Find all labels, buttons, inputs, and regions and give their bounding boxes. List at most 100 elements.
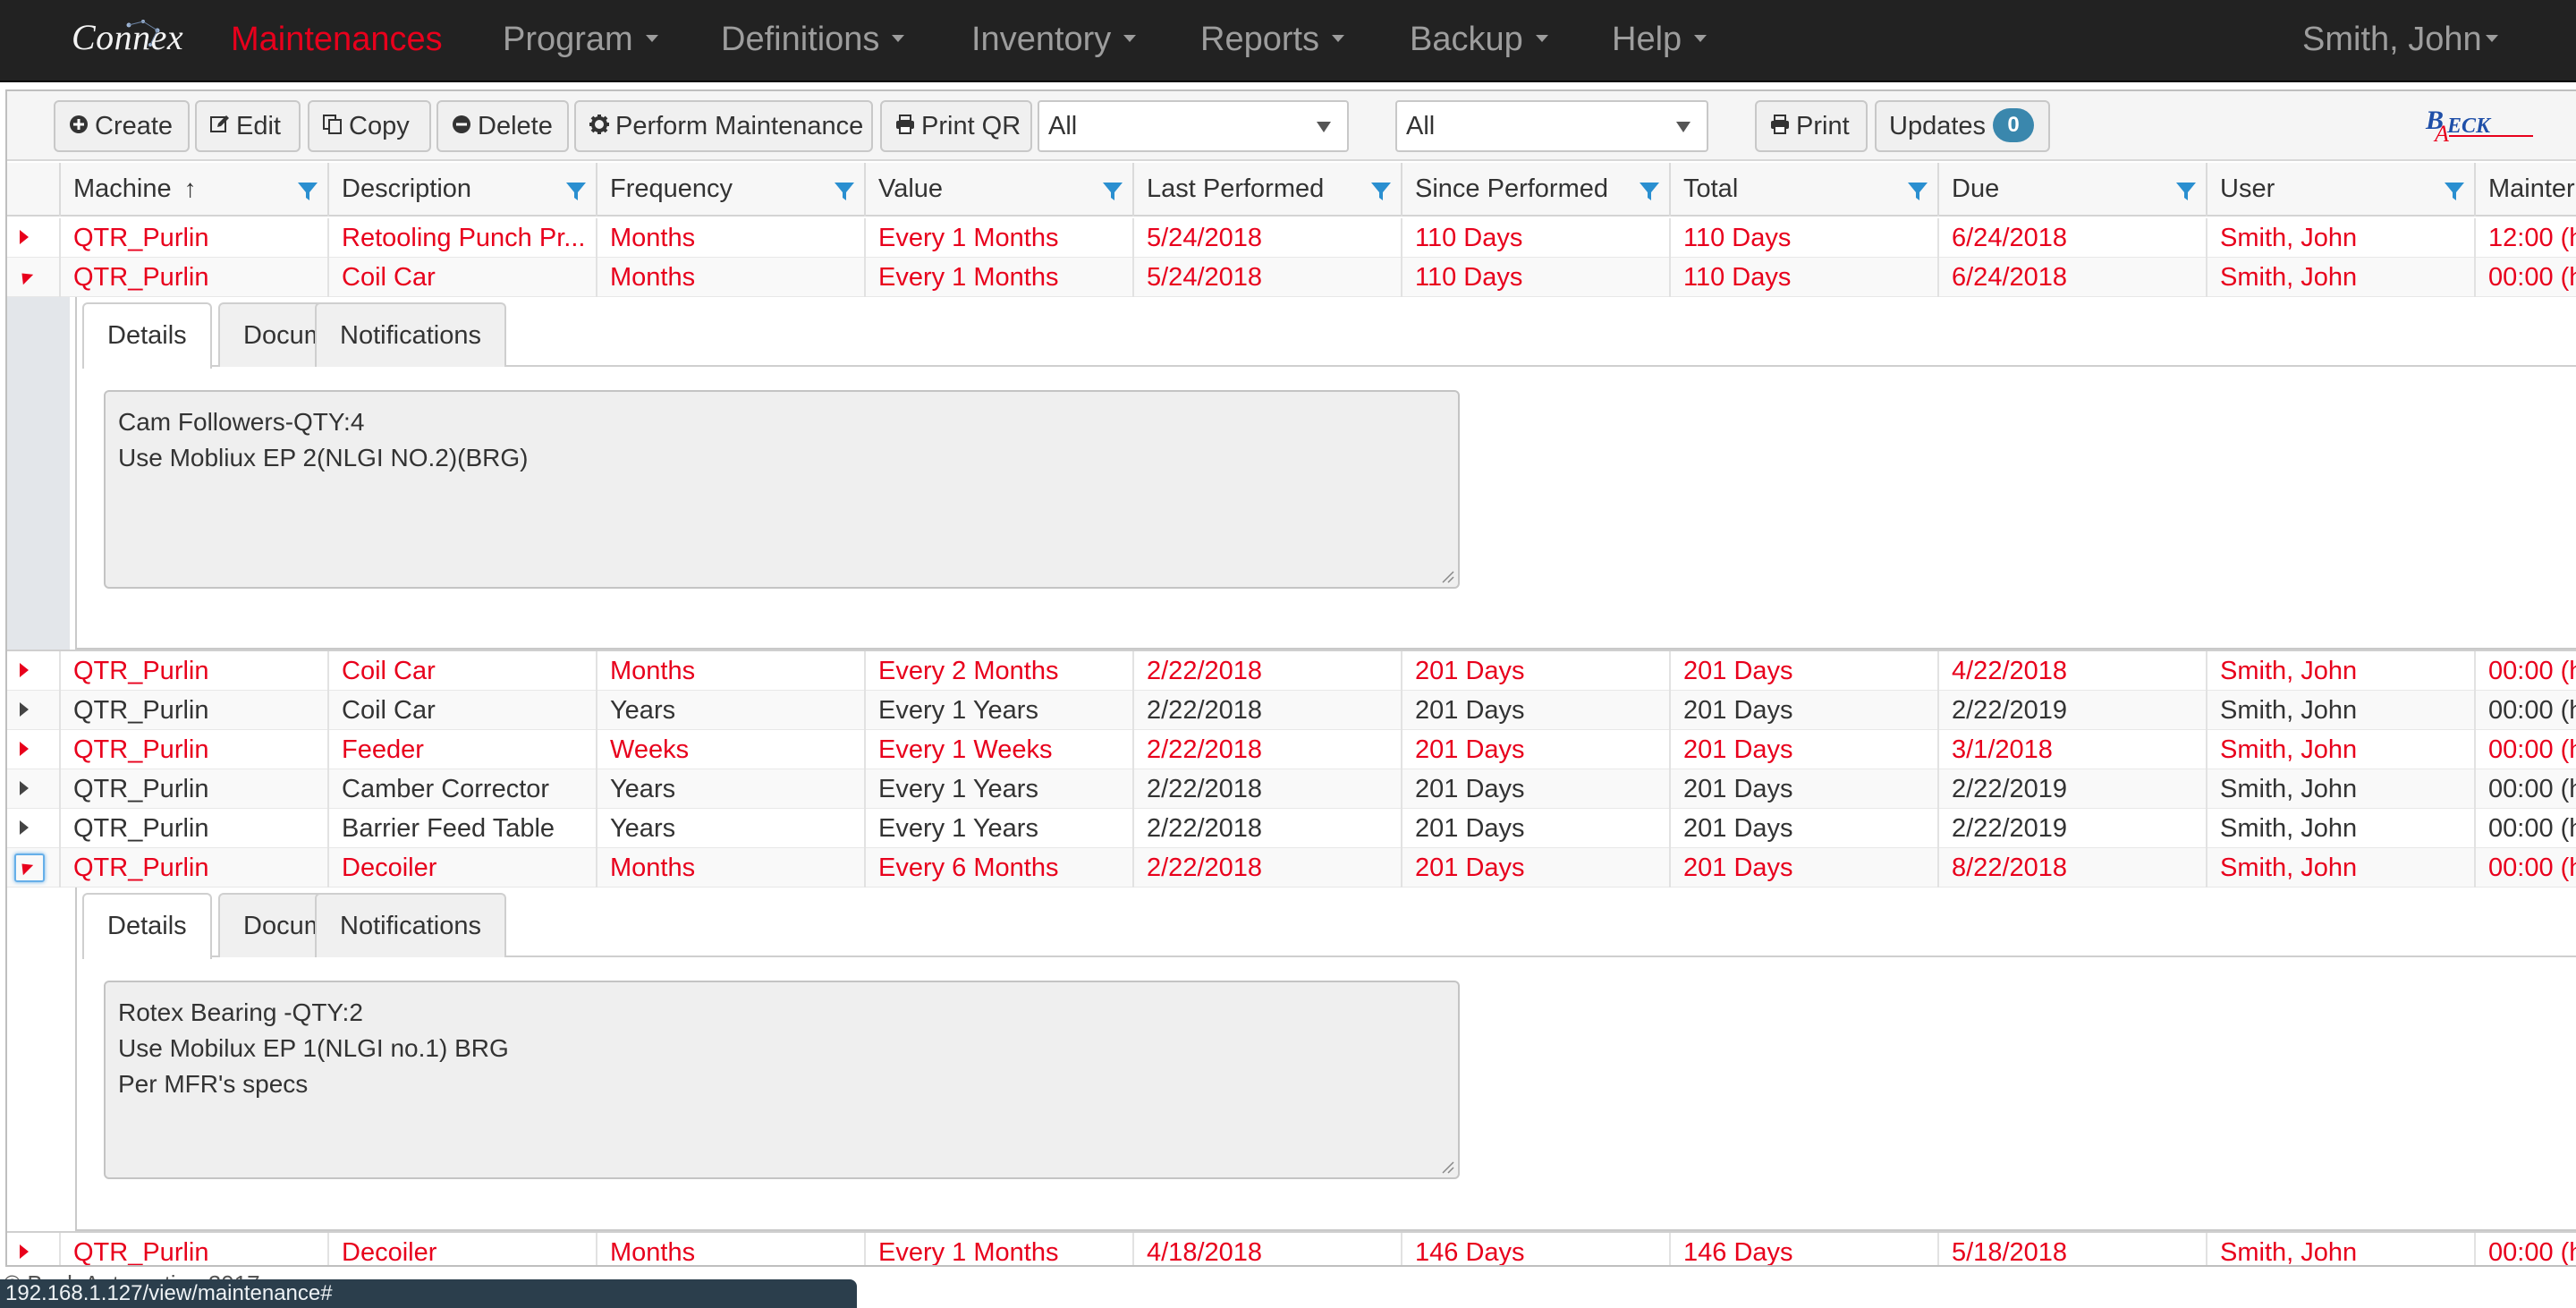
collapse-row-icon[interactable] [16, 268, 34, 285]
cell-since-performed: 201 Days [1401, 730, 1669, 769]
cell-machine: QTR_Purlin [59, 691, 327, 730]
nav-definitions[interactable]: Definitions [721, 0, 905, 81]
cell-last-performed: 2/22/2018 [1132, 691, 1401, 730]
filter-icon[interactable] [834, 181, 855, 202]
browser-status-url: 192.168.1.127/view/maintenance# [0, 1279, 857, 1308]
cell-maintenance-time: 00:00 (h [2474, 809, 2576, 848]
nav-inventory[interactable]: Inventory [971, 0, 1137, 81]
filter-icon[interactable] [297, 181, 318, 202]
print-button[interactable]: Print [1755, 100, 1868, 152]
tab-details[interactable]: Details [82, 893, 212, 959]
filter-icon[interactable] [1102, 181, 1123, 202]
print-qr-button[interactable]: Print QR [880, 100, 1032, 152]
filter-icon[interactable] [565, 181, 587, 202]
table-row[interactable]: QTR_Purlin Coil Car Months Every 2 Months 2/… [7, 651, 2576, 691]
cell-user: Smith, John [2206, 258, 2474, 297]
cell-user: Smith, John [2206, 691, 2474, 730]
cell-due: 5/18/2018 [1937, 1233, 2206, 1265]
edit-label: Edit [236, 112, 281, 140]
table-row[interactable]: QTR_Purlin Coil Car Years Every 1 Years 2/22… [7, 691, 2576, 730]
resize-handle-icon[interactable] [1440, 569, 1454, 583]
nav-reports[interactable]: Reports [1200, 0, 1345, 81]
nav-program[interactable]: Program [503, 0, 658, 81]
column-header-description[interactable]: Description [327, 163, 596, 217]
nav-label: Backup [1410, 21, 1523, 58]
filter-icon[interactable] [2444, 181, 2465, 202]
table-row[interactable]: QTR_Purlin Barrier Feed Table Years Every 1… [7, 809, 2576, 848]
edit-button[interactable]: Edit [195, 100, 301, 152]
cell-description: Coil Car [327, 651, 596, 691]
cell-frequency: Months [596, 258, 864, 297]
dropdown-arrow-icon [1676, 122, 1690, 132]
user-menu[interactable]: Smith, John [2302, 0, 2498, 81]
filter-select-1[interactable]: All [1038, 100, 1349, 152]
user-name: Smith, John [2302, 21, 2482, 58]
column-label: Last Performed [1147, 174, 1325, 203]
nav-backup[interactable]: Backup [1410, 0, 1548, 81]
table-row[interactable]: QTR_Purlin Feeder Weeks Every 1 Weeks 2/22/2… [7, 730, 2576, 769]
filter-icon[interactable] [1907, 181, 1928, 202]
table-row[interactable]: QTR_Purlin Retooling Punch Pr... Months Eve… [7, 218, 2576, 258]
cell-due: 4/22/2018 [1937, 651, 2206, 691]
expand-row-icon[interactable] [20, 742, 29, 756]
cell-value: Every 1 Months [864, 1233, 1132, 1265]
expand-row-icon[interactable] [20, 702, 29, 717]
copy-button[interactable]: Copy [308, 100, 431, 152]
cell-user: Smith, John [2206, 769, 2474, 809]
top-navbar: Connex Maintenances Program Definitions … [0, 0, 2576, 82]
copy-icon [323, 115, 342, 135]
filter-select-2[interactable]: All [1395, 100, 1708, 152]
delete-button[interactable]: Delete [436, 100, 569, 152]
caret-down-icon [2485, 34, 2498, 42]
expand-row-icon[interactable] [20, 820, 29, 835]
column-header-last-performed[interactable]: Last Performed [1132, 163, 1401, 217]
cell-frequency: Months [596, 1233, 864, 1265]
column-header-user[interactable]: User [2206, 163, 2474, 217]
updates-button[interactable]: Updates 0 [1875, 100, 2050, 152]
expand-row-icon[interactable] [20, 663, 29, 677]
cell-total: 201 Days [1669, 691, 1937, 730]
expand-row-icon[interactable] [20, 781, 29, 795]
cell-since-performed: 110 Days [1401, 218, 1669, 258]
column-header-maintenance-time[interactable]: Mainter [2474, 163, 2576, 217]
column-header-since-performed[interactable]: Since Performed [1401, 163, 1669, 217]
cell-machine: QTR_Purlin [59, 769, 327, 809]
table-row[interactable]: QTR_Purlin Decoiler Months Every 1 Months 4/… [7, 1233, 2576, 1265]
cell-maintenance-time: 12:00 (h [2474, 218, 2576, 258]
column-label: Since Performed [1415, 174, 1608, 203]
connex-logo[interactable]: Connex [70, 13, 183, 70]
column-header-due[interactable]: Due [1937, 163, 2206, 217]
column-header-machine[interactable]: Machine ↑ [59, 163, 327, 217]
nav-maintenances[interactable]: Maintenances [231, 0, 443, 81]
gear-icon [589, 115, 609, 135]
tab-notifications[interactable]: Notifications [315, 893, 506, 957]
resize-handle-icon[interactable] [1440, 1159, 1454, 1174]
tab-details[interactable]: Details [82, 302, 212, 369]
cell-user: Smith, John [2206, 651, 2474, 691]
printer-icon [896, 115, 914, 135]
maintenance-notes-textarea[interactable]: Rotex Bearing -QTY:2 Use Mobilux EP 1(NLG… [104, 981, 1460, 1179]
copy-label: Copy [349, 112, 410, 140]
column-header-value[interactable]: Value [864, 163, 1132, 217]
notes-line: Per MFR's specs [118, 1070, 309, 1098]
cell-since-performed: 201 Days [1401, 809, 1669, 848]
filter-icon[interactable] [1370, 181, 1392, 202]
maintenance-notes-textarea[interactable]: Cam Followers-QTY:4 Use Mobliux EP 2(NLGI… [104, 390, 1460, 589]
filter-icon[interactable] [2175, 181, 2197, 202]
perform-maintenance-button[interactable]: Perform Maintenance [574, 100, 873, 152]
create-button[interactable]: Create [54, 100, 190, 152]
filter-icon[interactable] [1639, 181, 1660, 202]
column-header-frequency[interactable]: Frequency [596, 163, 864, 217]
tab-notifications[interactable]: Notifications [315, 302, 506, 367]
column-header-total[interactable]: Total [1669, 163, 1937, 217]
table-row[interactable]: QTR_Purlin Decoiler Months Every 6 Months 2/… [7, 848, 2576, 888]
cell-due: 2/22/2019 [1937, 809, 2206, 848]
nav-help[interactable]: Help [1612, 0, 1707, 81]
expand-row-icon[interactable] [20, 1244, 29, 1259]
filter-select-1-value: All [1048, 112, 1078, 140]
table-row[interactable]: QTR_Purlin Coil Car Months Every 1 Months 5/… [7, 258, 2576, 297]
table-row[interactable]: QTR_Purlin Camber Corrector Years Every 1 Y… [7, 769, 2576, 809]
row-detail-panel: Details Documents Notifications Rotex Beari… [7, 888, 2576, 1233]
expand-row-icon[interactable] [20, 230, 29, 244]
cell-machine: QTR_Purlin [59, 651, 327, 691]
